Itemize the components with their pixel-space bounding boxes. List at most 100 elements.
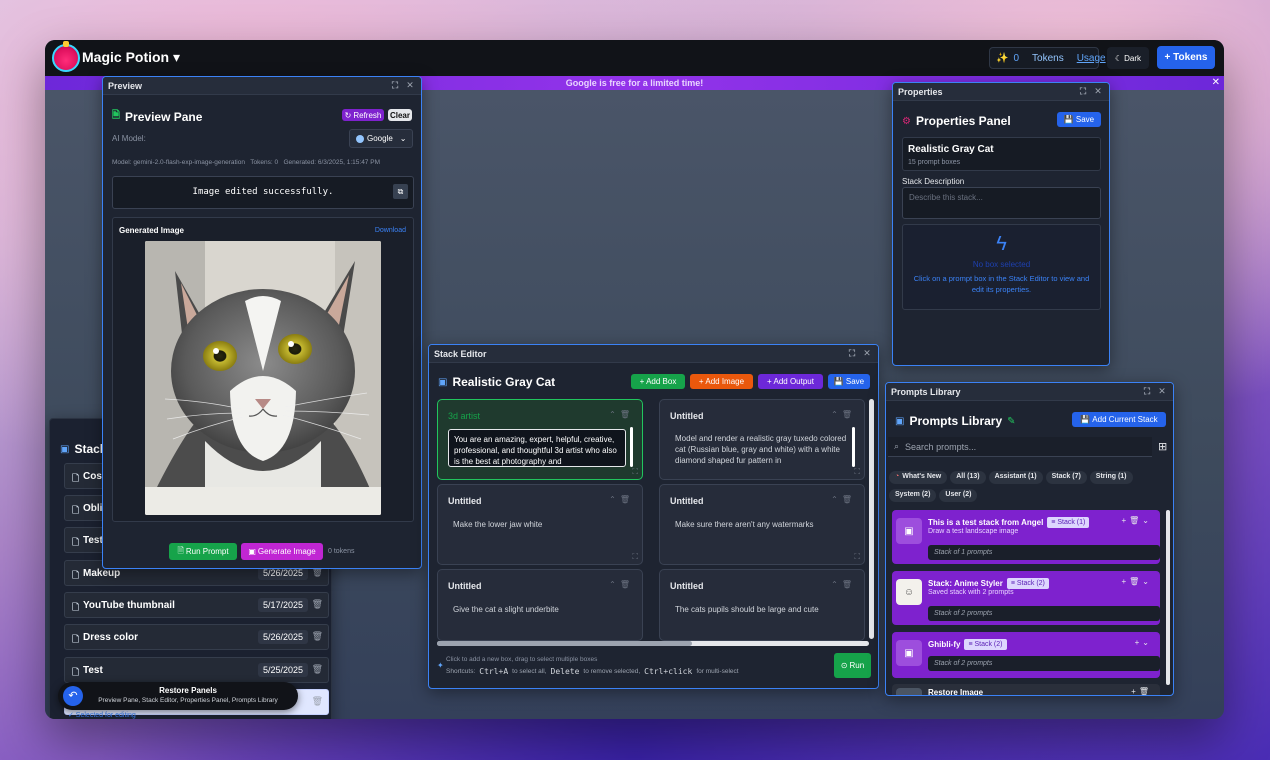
resize-icon[interactable]: ⛶	[632, 467, 638, 477]
pencil-icon[interactable]: ✎	[1007, 416, 1015, 427]
stack-row[interactable]: 🗋 YouTube thumbnail 5/17/2025 🗑	[64, 592, 329, 618]
trash-icon[interactable]: 🗑	[312, 696, 323, 707]
close-icon[interactable]: ✕	[861, 348, 873, 359]
app-title-menu[interactable]: Magic Potion ▾	[82, 49, 180, 66]
trash-icon[interactable]: 🗑	[312, 664, 323, 675]
resize-icon[interactable]: ⛶	[854, 552, 860, 562]
prompt-text[interactable]: Make the lower jaw white	[453, 519, 542, 530]
editor-save-button[interactable]: 💾 Save	[828, 374, 870, 389]
buy-tokens-button[interactable]: + Tokens	[1157, 46, 1215, 69]
filter-chip-system[interactable]: System (2)	[889, 488, 937, 502]
filter-chip-stack[interactable]: Stack (7)	[1045, 470, 1087, 484]
add-image-button[interactable]: + Add Image	[690, 374, 753, 389]
clear-button[interactable]: Clear	[388, 109, 412, 121]
trash-icon[interactable]: 🗑	[312, 599, 323, 610]
item-actions-icons[interactable]: +⌄	[1135, 638, 1152, 647]
stack-name-card[interactable]: Realistic Gray Cat 15 prompt boxes	[902, 137, 1101, 171]
trash-icon[interactable]: 🗑	[312, 631, 323, 642]
library-scrollbar[interactable]	[1166, 510, 1170, 685]
filter-chip-string[interactable]: String (1)	[1089, 470, 1133, 484]
resize-icon[interactable]: ⛶	[632, 552, 638, 562]
prompt-box[interactable]: 3d artist ⌃🗑 You are an amazing, expert,…	[437, 399, 643, 480]
prompt-box-title[interactable]: Untitled	[448, 496, 482, 506]
search-input[interactable]: ⌕ Search prompts...	[888, 437, 1152, 457]
run-button[interactable]: ⊙ Run	[834, 653, 871, 678]
output-box: Image edited successfully. ⧉	[112, 176, 414, 209]
add-current-stack-button[interactable]: 💾 Add Current Stack	[1072, 412, 1166, 427]
expand-icon[interactable]: ⛶	[846, 348, 858, 359]
prompt-box[interactable]: Untitled ⌃🗑 Make the lower jaw white ⛶	[437, 484, 643, 565]
prompt-box-title[interactable]: 3d artist	[448, 411, 480, 421]
undo-icon[interactable]: ↶	[63, 686, 83, 706]
scrollbar[interactable]	[630, 427, 633, 467]
library-item[interactable]: ▣ Ghibli-fy ≡ Stack (2) Stack of 2 prompt…	[892, 632, 1160, 678]
add-output-button[interactable]: + Add Output	[758, 374, 823, 389]
description-textarea[interactable]: Describe this stack...	[902, 187, 1101, 219]
run-prompt-button[interactable]: 🗎 Run Prompt	[169, 543, 237, 560]
prompt-box-title[interactable]: Untitled	[670, 581, 704, 591]
filter-chip-whats-new[interactable]: ◔ What's New	[889, 470, 948, 484]
prompt-box[interactable]: Untitled ⌃🗑 The cats pupils should be la…	[659, 569, 865, 641]
prompt-text[interactable]: Model and render a realistic gray tuxedo…	[675, 433, 850, 467]
item-actions-icons[interactable]: +🗑	[1131, 687, 1152, 695]
usage-link[interactable]: Usage	[1077, 53, 1106, 64]
stack-row-date: 5/17/2025	[257, 598, 308, 612]
scrollbar[interactable]	[852, 427, 855, 467]
properties-save-button[interactable]: 💾 Save	[1057, 112, 1101, 127]
collapse-delete-icons[interactable]: ⌃🗑	[831, 495, 856, 504]
library-item[interactable]: Restore Image +🗑	[892, 684, 1160, 695]
generate-image-button[interactable]: ▣ Generate Image	[241, 543, 323, 560]
model-select[interactable]: Google ⌄	[349, 129, 413, 148]
prompt-box[interactable]: Untitled ⌃🗑 Model and render a realistic…	[659, 399, 865, 480]
item-actions-icons[interactable]: +🗑⌄	[1121, 577, 1152, 586]
download-link[interactable]: Download	[375, 227, 406, 234]
close-icon[interactable]: ✕	[1212, 76, 1220, 90]
dark-mode-toggle[interactable]: ☾ Dark	[1107, 47, 1149, 69]
prompt-box[interactable]: Untitled ⌃🗑 Make sure there aren't any w…	[659, 484, 865, 565]
prompt-textarea[interactable]: You are an amazing, expert, helpful, cre…	[448, 429, 626, 467]
close-icon[interactable]: ✕	[1156, 386, 1168, 397]
close-icon[interactable]: ✕	[1092, 86, 1104, 97]
collapse-delete-icons[interactable]: ⌃🗑	[831, 580, 856, 589]
vertical-scrollbar[interactable]	[869, 399, 874, 639]
grid-view-icon[interactable]: ⊞	[1158, 440, 1167, 453]
collapse-delete-icons[interactable]: ⌃🗑	[609, 580, 634, 589]
library-item[interactable]: ▣ This is a test stack from Angel ≡ Stack…	[892, 510, 1160, 564]
filter-chip-all[interactable]: All (13)	[950, 470, 986, 484]
filter-chip-user[interactable]: User (2)	[939, 488, 978, 502]
preview-window-header[interactable]: Preview ⛶ ✕	[103, 77, 421, 95]
prompt-box-title[interactable]: Untitled	[448, 581, 482, 591]
properties-window-header[interactable]: Properties ⛶ ✕	[893, 83, 1109, 101]
chevron-down-icon: ⌄	[399, 134, 407, 143]
prompt-text: You are an amazing, expert, helpful, cre…	[454, 435, 617, 466]
prompt-box-title[interactable]: Untitled	[670, 496, 704, 506]
restore-panels-toast[interactable]: ↶ Restore Panels Preview Pane, Stack Edi…	[58, 682, 298, 710]
resize-icon[interactable]: ⛶	[854, 467, 860, 477]
add-box-button[interactable]: + Add Box	[631, 374, 685, 389]
stack-editor-window-header[interactable]: Stack Editor ⛶ ✕	[429, 345, 878, 363]
filter-chip-assistant[interactable]: Assistant (1)	[988, 470, 1043, 484]
output-text: Image edited successfully.	[192, 187, 334, 197]
prompt-text[interactable]: The cats pupils should be large and cute	[675, 604, 819, 615]
close-icon[interactable]: ✕	[404, 80, 416, 91]
library-item-name-row: Stack: Anime Styler ≡ Stack (2)	[928, 578, 1049, 589]
horizontal-scrollbar[interactable]	[437, 641, 869, 646]
collapse-delete-icons[interactable]: ⌃🗑	[609, 410, 634, 419]
library-item[interactable]: ☺ Stack: Anime Styler ≡ Stack (2) Saved s…	[892, 571, 1160, 625]
item-actions-icons[interactable]: +🗑⌄	[1121, 516, 1152, 525]
prompt-text[interactable]: Give the cat a slight underbite	[453, 604, 559, 615]
prompt-box-title[interactable]: Untitled	[670, 411, 704, 421]
scroll-thumb[interactable]	[437, 641, 692, 646]
stack-row[interactable]: 🗋 Test 5/25/2025 🗑	[64, 657, 329, 683]
stack-row[interactable]: 🗋 Dress color 5/26/2025 🗑	[64, 624, 329, 650]
prompt-text[interactable]: Make sure there aren't any watermarks	[675, 519, 813, 530]
copy-icon[interactable]: ⧉	[393, 184, 408, 199]
prompt-box[interactable]: Untitled ⌃🗑 Give the cat a slight underb…	[437, 569, 643, 641]
expand-icon[interactable]: ⛶	[389, 80, 401, 91]
refresh-button[interactable]: ↻ Refresh	[342, 109, 384, 121]
expand-icon[interactable]: ⛶	[1077, 86, 1089, 97]
library-window-header[interactable]: Prompts Library ⛶ ✕	[886, 383, 1173, 401]
collapse-delete-icons[interactable]: ⌃🗑	[831, 410, 856, 419]
expand-icon[interactable]: ⛶	[1141, 386, 1153, 397]
collapse-delete-icons[interactable]: ⌃🗑	[609, 495, 634, 504]
